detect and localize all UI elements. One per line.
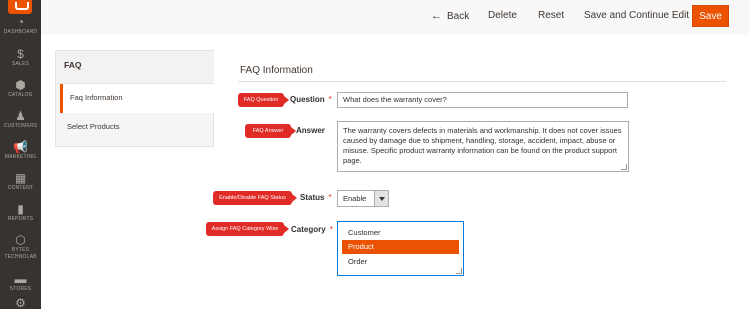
dollar-icon: $ — [17, 47, 24, 61]
save-and-continue-button[interactable]: Save and Continue Edit — [584, 0, 689, 32]
answer-textarea[interactable]: The warranty covers defects in materials… — [337, 121, 629, 172]
nav-stores-label: STORES — [9, 286, 32, 292]
bar-chart-icon: ▮ — [17, 202, 24, 216]
nav-content[interactable]: ▦ CONTENT — [0, 171, 41, 192]
tab-faq-information[interactable]: Faq Information — [60, 84, 214, 113]
required-mark: * — [329, 225, 333, 234]
reset-button[interactable]: Reset — [538, 0, 564, 32]
resize-handle-icon[interactable] — [621, 164, 627, 170]
required-mark: * — [328, 95, 332, 104]
nav-catalog-label: CATALOG — [8, 92, 33, 98]
category-option-customer[interactable]: Customer — [342, 226, 459, 240]
nav-stores[interactable]: ▬ STORES — [0, 272, 41, 293]
nav-content-label: CONTENT — [7, 185, 34, 191]
nav-sales-label: SALES — [11, 61, 30, 67]
section-divider — [238, 81, 726, 82]
category-label-text: Category — [291, 225, 326, 234]
category-option-order[interactable]: Order — [342, 255, 459, 269]
resize-handle-icon[interactable] — [456, 268, 462, 274]
hexagon-icon: ⬡ — [15, 233, 26, 247]
delete-button[interactable]: Delete — [488, 0, 517, 32]
callout-faq-status: Enable/Disable FAQ Status — [213, 191, 297, 205]
dashboard-icon: ◔ — [16, 15, 25, 29]
store-icon: ▬ — [14, 272, 27, 286]
callout-faq-answer: FAQ Answer — [245, 124, 296, 138]
tab-select-products[interactable]: Select Products — [56, 113, 214, 145]
nav-bytes-label: BYTES — [11, 247, 30, 253]
back-label: Back — [447, 11, 470, 22]
nav-customers[interactable]: ♟ CUSTOMERS — [0, 109, 41, 130]
customer-icon: ♟ — [15, 109, 26, 123]
status-value: Enable — [343, 194, 367, 203]
catalog-icon: ⬢ — [15, 78, 26, 92]
category-multiselect[interactable]: Customer Product Order — [337, 221, 464, 276]
category-option-product[interactable]: Product — [342, 240, 459, 254]
nav-marketing[interactable]: 📢 MARKETING — [0, 140, 41, 161]
status-label-text: Status — [300, 193, 325, 202]
page-actions-bar: ← Back Delete Reset Save and Continue Edi… — [41, 0, 750, 35]
nav-dashboard[interactable]: ◔ DASHBOARD — [0, 15, 41, 36]
question-input[interactable]: What does the warranty cover? — [337, 92, 628, 108]
magento-logo[interactable] — [8, 0, 32, 14]
save-button[interactable]: Save — [692, 5, 729, 27]
admin-sidebar: ◔ DASHBOARD $ SALES ⬢ CATALOG ♟ CUSTOMER… — [0, 0, 41, 309]
nav-dashboard-label: DASHBOARD — [3, 29, 38, 35]
nav-reports[interactable]: ▮ REPORTS — [0, 202, 41, 223]
nav-bytes-technolab[interactable]: ⬡ BYTES TECHNOLAB — [0, 233, 41, 261]
megaphone-icon: 📢 — [13, 140, 28, 154]
nav-marketing-label: MARKETING — [4, 154, 37, 160]
arrow-left-icon: ← — [431, 10, 442, 22]
question-label: Question * — [290, 95, 332, 104]
nav-customers-label: CUSTOMERS — [3, 123, 38, 129]
nav-sales[interactable]: $ SALES — [0, 47, 41, 68]
required-mark: * — [328, 193, 332, 202]
gear-icon: ⚙ — [15, 296, 26, 309]
answer-text: The warranty covers defects in materials… — [343, 126, 622, 165]
back-button[interactable]: ← Back — [431, 0, 469, 32]
nav-reports-label: REPORTS — [7, 216, 34, 222]
callout-faq-question: FAQ Question — [238, 93, 289, 107]
callout-faq-category: Assign FAQ Category Wise — [206, 222, 289, 236]
status-label: Status * — [300, 193, 332, 202]
category-label: Category * — [291, 225, 333, 234]
chevron-down-icon — [374, 191, 388, 206]
nav-technolab-label: TECHNOLAB — [4, 254, 37, 260]
nav-system[interactable]: ⚙ — [0, 296, 41, 309]
question-label-text: Question — [290, 95, 325, 104]
nav-catalog[interactable]: ⬢ CATALOG — [0, 78, 41, 99]
tabs-title: FAQ — [56, 51, 214, 84]
faq-tabs-panel: FAQ Faq Information Select Products — [55, 50, 214, 147]
content-icon: ▦ — [14, 171, 27, 185]
answer-label: Answer — [296, 126, 325, 135]
section-title: FAQ Information — [240, 65, 313, 76]
status-select[interactable]: Enable — [337, 190, 389, 207]
answer-label-text: Answer — [296, 126, 325, 135]
